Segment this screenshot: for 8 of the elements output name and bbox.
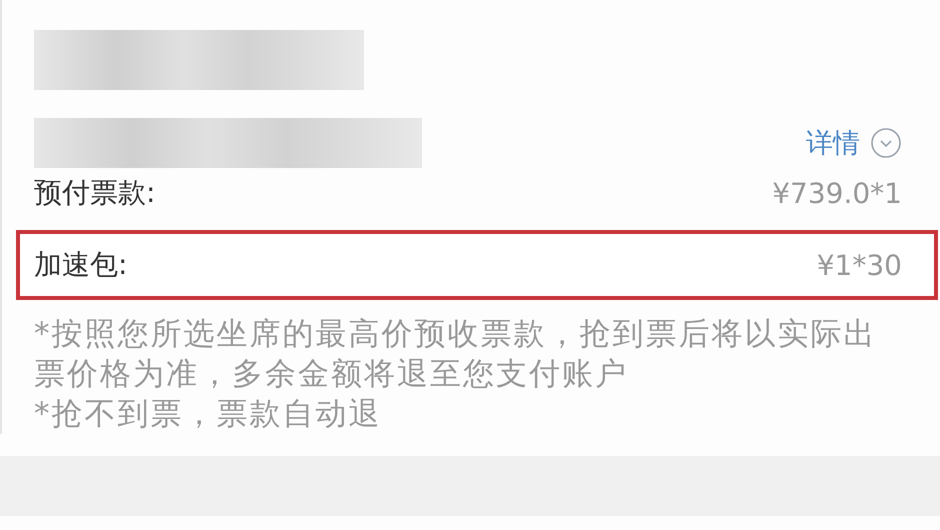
note-text: *按照您所选坐席的最高价预收票款，抢到票后将以实际出票价格为准，多余金额将退至您支付账户 [34, 315, 878, 394]
price-label: 加速包: [34, 247, 128, 283]
price-value: ¥739.0*1 [772, 176, 902, 210]
details-link[interactable]: 详情 [806, 125, 902, 161]
note-text: *抢不到票，票款自动退 [34, 395, 382, 434]
price-value: ¥1*30 [816, 248, 902, 282]
price-label: 预付票款: [34, 175, 156, 211]
chevron-down-icon [870, 127, 902, 159]
